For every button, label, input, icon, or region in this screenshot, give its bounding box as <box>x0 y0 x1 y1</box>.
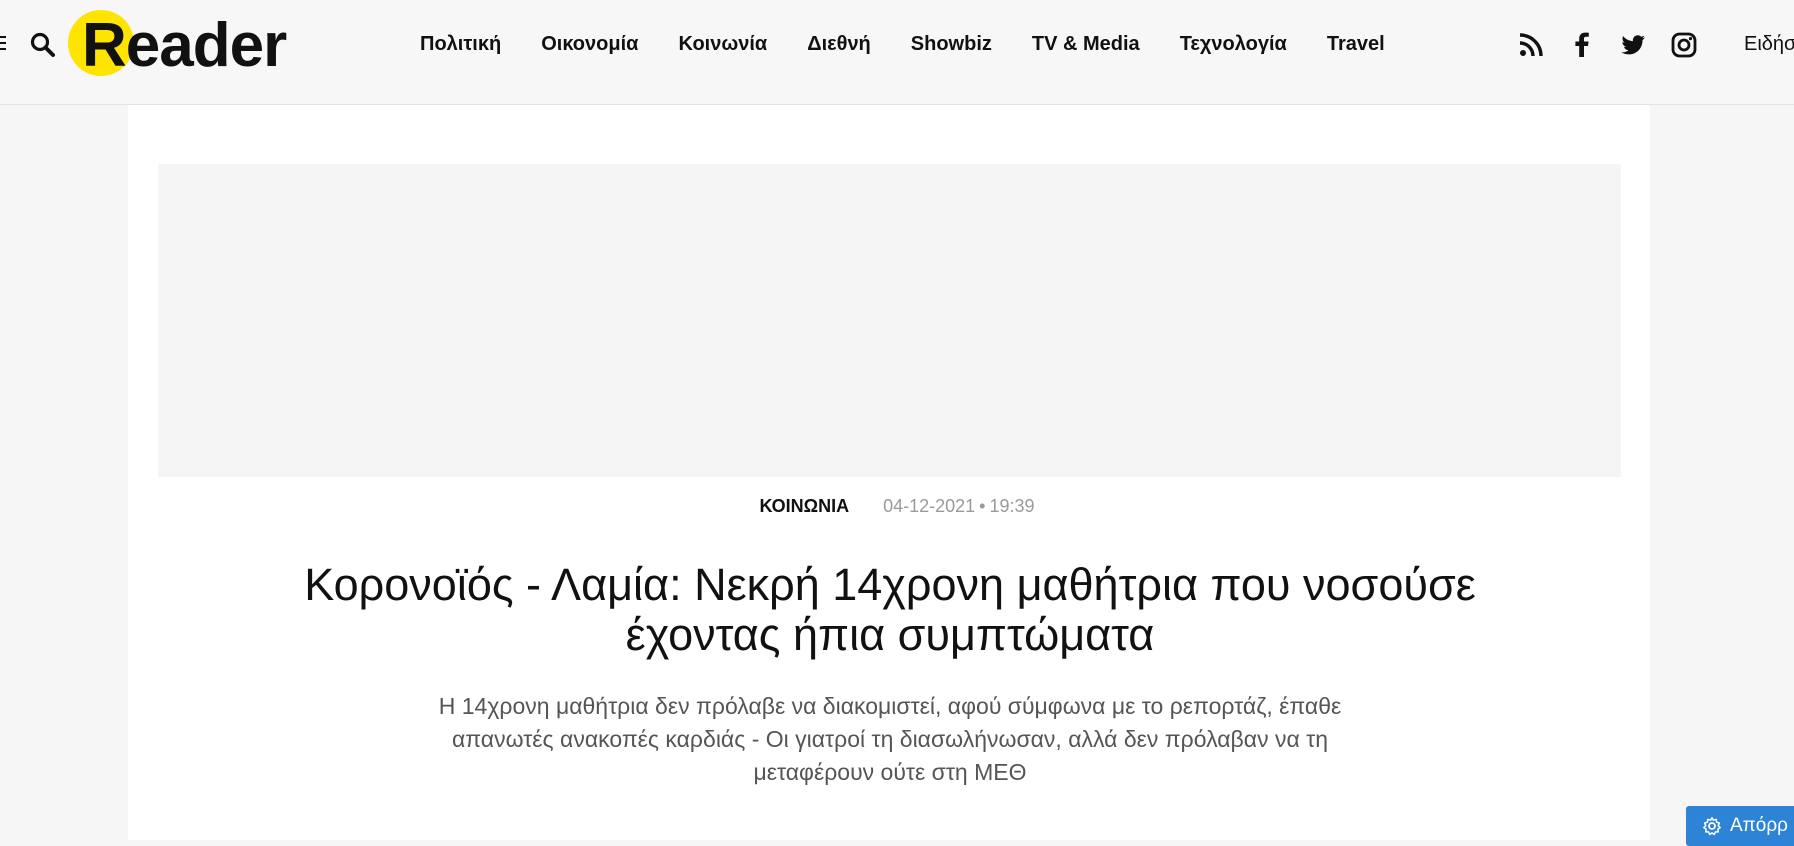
article-date: 04-12-2021 <box>883 496 976 516</box>
nav-item-tv-media[interactable]: TV & Media <box>1032 32 1140 56</box>
nav-item-diethni[interactable]: Διεθνή <box>807 32 871 56</box>
nav-item-politiki[interactable]: Πολιτική <box>420 32 501 56</box>
article-meta: ΚΟΙΝΩΝΙΑ 04-12-2021 • 19:39 <box>0 494 1794 518</box>
hamburger-menu-icon[interactable] <box>0 36 6 52</box>
facebook-icon[interactable] <box>1567 30 1597 60</box>
privacy-button-label: Απόρρ <box>1730 815 1788 836</box>
meta-separator: • <box>979 496 986 516</box>
logo-text: Reader <box>82 11 287 80</box>
article-time: 19:39 <box>989 496 1035 516</box>
main-nav: Πολιτική Οικονομία Κοινωνία Διεθνή Showb… <box>420 32 1425 56</box>
rss-icon[interactable] <box>1516 30 1546 60</box>
article-lede: Η 14χρονη μαθήτρια δεν πρόλαβε να διακομ… <box>438 693 1342 785</box>
site-logo[interactable]: Reader <box>68 8 328 84</box>
nav-item-koinonia[interactable]: Κοινωνία <box>678 32 767 56</box>
social-links <box>1516 30 1720 60</box>
nav-item-oikonomia[interactable]: Οικονομία <box>541 32 638 56</box>
instagram-icon[interactable] <box>1669 30 1699 60</box>
news-link[interactable]: Ειδήσ <box>1744 32 1794 56</box>
nav-item-travel[interactable]: Travel <box>1327 32 1385 56</box>
site-header: Reader Πολιτική Οικονομία Κοινωνία Διεθν… <box>0 0 1794 105</box>
search-icon[interactable] <box>28 30 58 60</box>
nav-item-showbiz[interactable]: Showbiz <box>911 32 992 56</box>
ad-placeholder <box>158 164 1621 477</box>
twitter-icon[interactable] <box>1618 30 1648 60</box>
article-category[interactable]: ΚΟΙΝΩΝΙΑ <box>759 496 849 516</box>
privacy-settings-button[interactable]: Απόρρ <box>1686 806 1794 846</box>
nav-item-technologia[interactable]: Τεχνολογία <box>1180 32 1287 56</box>
gear-icon <box>1703 817 1721 836</box>
article-title: Κορονοϊός - Λαμία: Νεκρή 14χρονη μαθήτρι… <box>304 559 1476 660</box>
